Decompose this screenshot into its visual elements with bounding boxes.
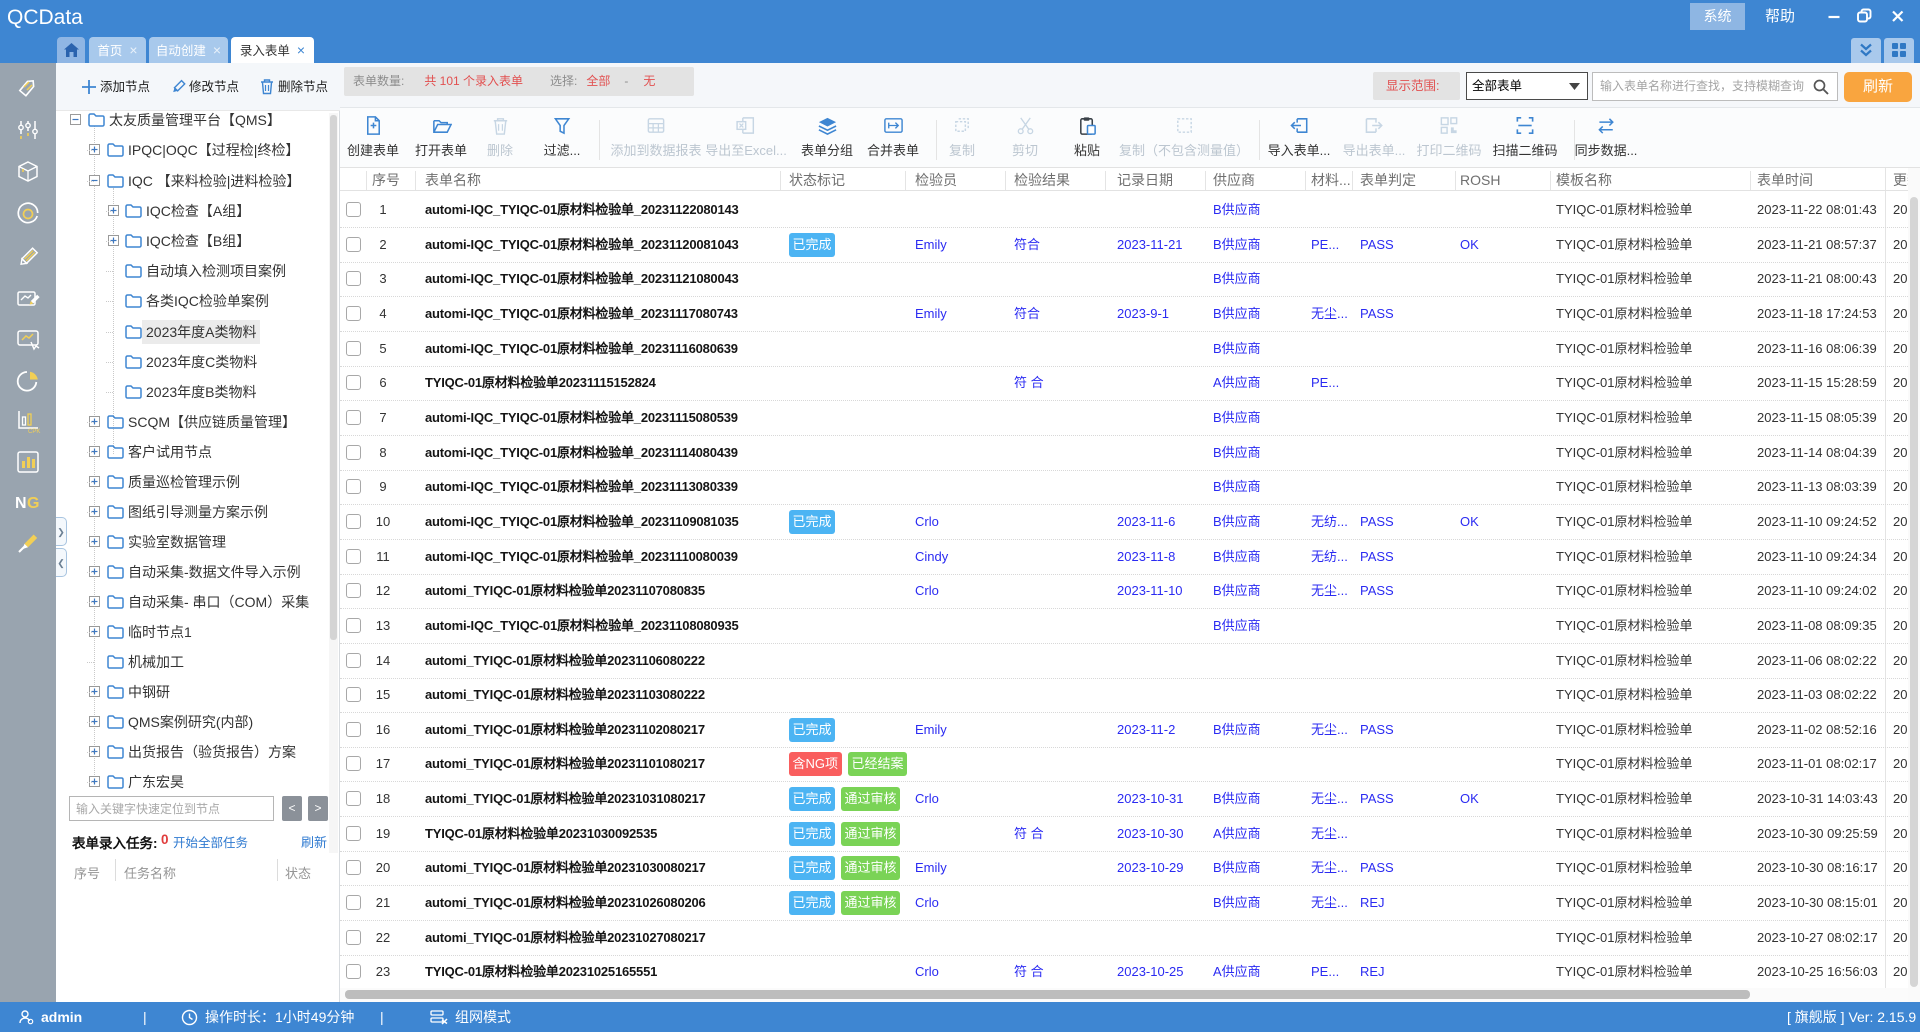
- svg-text:N: N: [15, 495, 27, 512]
- svg-text:G: G: [27, 495, 39, 512]
- svg-text:CPK: CPK: [28, 429, 40, 434]
